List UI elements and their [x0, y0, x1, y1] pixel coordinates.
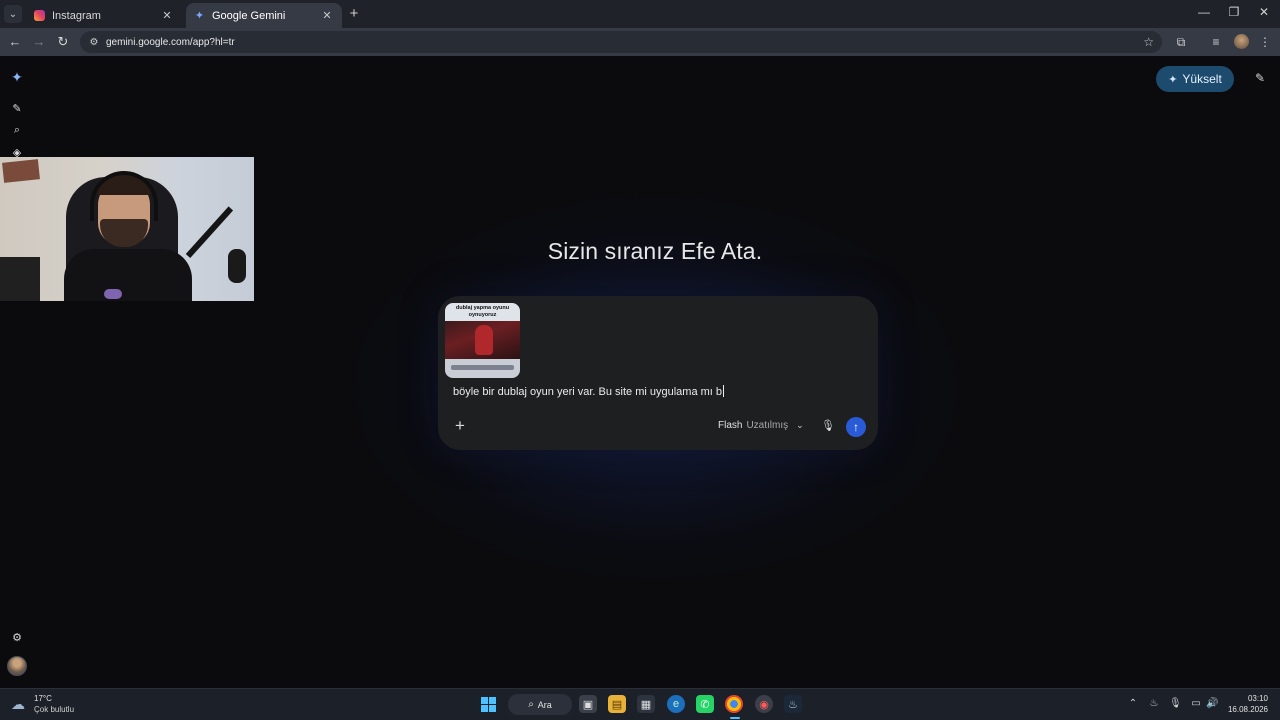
person-body: [64, 249, 192, 301]
bookmark-star-icon[interactable]: ☆: [1143, 35, 1154, 49]
taskbar-search-label: Ara: [537, 699, 552, 710]
tab-search-button[interactable]: ⌄: [4, 5, 22, 23]
network-icon[interactable]: ▭: [1190, 698, 1202, 710]
gemini-logo-icon[interactable]: ✦: [9, 69, 25, 85]
site-settings-icon[interactable]: ⚙: [88, 36, 100, 48]
add-attachment-button[interactable]: +: [452, 417, 468, 434]
prompt-input-text: böyle bir dublaj oyun yeri var. Bu site …: [453, 386, 723, 398]
arrow-up-icon: ↑: [853, 420, 859, 434]
taskbar-search[interactable]: ⌕ Ara: [508, 694, 572, 715]
minimize-icon[interactable]: —: [1194, 5, 1214, 19]
greeting-heading: Sizin sıranız Efe Ata.: [547, 238, 763, 264]
text-caret: [723, 385, 725, 397]
active-app-indicator: [730, 717, 740, 719]
start-button[interactable]: [479, 695, 497, 713]
task-view-icon[interactable]: ▣: [579, 695, 597, 713]
taskbar: ☁ 17°C Çok bulutlu ⌕ Ara ▣ ▤ ▦ e ✆ ◉ ♨ ⌃…: [0, 688, 1280, 720]
extensions-icon[interactable]: ⧉: [1173, 34, 1189, 50]
rgb-light: [104, 289, 122, 299]
whatsapp-icon[interactable]: ✆: [696, 695, 714, 713]
chevron-down-icon: ⌄: [796, 420, 804, 430]
webcam-overlay: [0, 157, 254, 301]
reload-icon[interactable]: ↻: [55, 34, 71, 50]
store-icon[interactable]: ▦: [637, 695, 655, 713]
thumbnail-caption: dublaj yapma oyunu oynuyoruz: [445, 303, 520, 321]
close-window-icon[interactable]: ✕: [1254, 5, 1274, 19]
upgrade-button[interactable]: ✦ Yükselt: [1156, 66, 1234, 92]
browser-tab-strip: ⌄ Instagram ✕ ✦ Google Gemini ✕ + — ❐ ✕: [0, 0, 1280, 28]
weather-description[interactable]: Çok bulutlu: [34, 705, 74, 714]
thumbnail-figure: [475, 325, 493, 355]
windows-logo-icon: [480, 696, 496, 712]
send-button[interactable]: ↑: [846, 417, 866, 437]
chrome-icon[interactable]: [725, 695, 743, 713]
address-bar[interactable]: ⚙ gemini.google.com/app?hl=tr ☆: [80, 31, 1162, 53]
new-tab-button[interactable]: +: [346, 6, 362, 22]
url-text: gemini.google.com/app?hl=tr: [106, 36, 235, 48]
media-controls-icon[interactable]: ≡: [1208, 34, 1224, 50]
model-selector[interactable]: Flash Uzatılmış ⌄: [718, 420, 804, 431]
thumbnail-progress: [451, 365, 514, 370]
gemini-page: ✦ ✎ ⌕ ◈ ⚙ ✦ Yükselt ✎ Sizin sıranız Efe …: [0, 58, 1280, 688]
search-icon: ⌕: [528, 699, 534, 710]
microphone-icon[interactable]: 🎙: [820, 418, 836, 434]
studio-microphone: [228, 249, 246, 283]
steam-icon[interactable]: ♨: [784, 695, 802, 713]
tab-google-gemini[interactable]: ✦ Google Gemini ✕: [186, 3, 342, 28]
tab-instagram[interactable]: Instagram ✕: [26, 3, 182, 28]
gemini-icon: ✦: [194, 10, 205, 22]
background-shadow: [0, 257, 40, 301]
tab-title: Instagram: [52, 9, 101, 22]
forward-arrow-icon[interactable]: →: [31, 34, 47, 50]
edit-icon[interactable]: ✎: [1252, 71, 1268, 87]
screen: ⌄ Instagram ✕ ✦ Google Gemini ✕ + — ❐ ✕ …: [0, 0, 1280, 720]
mic-arm: [185, 206, 234, 259]
clock-date[interactable]: 16.08.2026: [1226, 705, 1268, 714]
tab-title: Google Gemini: [212, 9, 286, 22]
prompt-input[interactable]: böyle bir dublaj oyun yeri var. Bu site …: [453, 385, 725, 398]
model-variant: Uzatılmış: [746, 420, 789, 431]
model-name: Flash: [718, 420, 743, 431]
profile-avatar[interactable]: [1234, 34, 1249, 49]
restore-icon[interactable]: ❐: [1224, 5, 1244, 19]
settings-gear-icon[interactable]: ⚙: [9, 629, 25, 645]
app-icon[interactable]: ◉: [755, 695, 773, 713]
browser-toolbar: ← → ↻ ⚙ gemini.google.com/app?hl=tr ☆ ⧉ …: [0, 28, 1280, 56]
chevron-up-icon[interactable]: ⌃: [1127, 698, 1139, 710]
file-explorer-icon[interactable]: ▤: [608, 695, 626, 713]
weather-cloud-icon[interactable]: ☁: [11, 696, 31, 712]
steam-tray-icon[interactable]: ♨: [1148, 698, 1160, 710]
wall-poster: [2, 159, 40, 183]
close-icon[interactable]: ✕: [320, 9, 334, 22]
clock-time[interactable]: 03:10: [1232, 694, 1268, 703]
close-icon[interactable]: ✕: [160, 9, 174, 22]
new-chat-icon[interactable]: ✎: [9, 100, 25, 116]
upgrade-label: Yükselt: [1182, 72, 1222, 86]
prompt-composer: dublaj yapma oyunu oynuyoruz böyle bir d…: [438, 296, 878, 450]
microphone-tray-icon[interactable]: 🎙: [1169, 698, 1182, 710]
side-rail: ✦ ✎ ⌕ ◈ ⚙: [0, 58, 34, 688]
volume-icon[interactable]: 🔊: [1206, 698, 1218, 710]
more-options-icon[interactable]: ⋮: [1257, 34, 1273, 50]
edge-icon[interactable]: e: [667, 695, 685, 713]
back-arrow-icon[interactable]: ←: [7, 34, 23, 50]
user-avatar[interactable]: [7, 656, 27, 676]
attached-image-thumbnail[interactable]: dublaj yapma oyunu oynuyoruz: [445, 303, 520, 378]
sparkle-icon: ✦: [1168, 73, 1178, 86]
instagram-icon: [34, 10, 45, 21]
weather-temperature[interactable]: 17°C: [34, 694, 52, 703]
search-icon[interactable]: ⌕: [9, 122, 25, 138]
